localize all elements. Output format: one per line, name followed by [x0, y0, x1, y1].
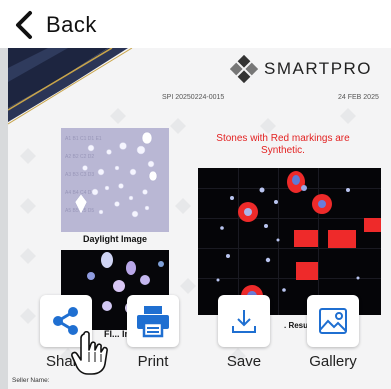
gallery-button[interactable]: Gallery: [298, 295, 368, 370]
back-button[interactable]: Back: [12, 8, 97, 42]
brand-name: SMARTPRO: [264, 59, 373, 78]
save-button[interactable]: Save: [209, 295, 279, 370]
share-icon: [53, 307, 78, 335]
save-label: Save: [226, 353, 262, 370]
image-icon: [319, 308, 347, 334]
printer-icon: [137, 306, 169, 338]
result-stones-photo: [198, 168, 381, 315]
report-reference: SPI 20250224-0015: [162, 94, 225, 101]
top-bar: Back: [0, 0, 391, 48]
svg-text:A2 B2 C2 D2: A2 B2 C2 D2: [65, 154, 94, 160]
brand-logo: SMARTPRO: [230, 55, 372, 83]
result-image: [198, 168, 381, 315]
chevron-left-icon: [16, 11, 32, 39]
download-icon: [232, 310, 256, 333]
svg-text:A3 B3 C3 D3: A3 B3 C3 D3: [65, 172, 94, 178]
svg-text:A1 B1 C1 D1 E1: A1 B1 C1 D1 E1: [65, 136, 102, 142]
synthetic-warning: Stones with Red markings are Synthetic.: [216, 133, 350, 156]
back-label: Back: [46, 12, 97, 37]
share-label: Share: [45, 353, 87, 370]
daylight-stones-photo: A1 B1 C1 D1 E1 A2 B2 C2 D2 A3 B3 C3 D3 A4 …: [61, 128, 169, 232]
daylight-image: A1 B1 C1 D1 E1 A2 B2 C2 D2 A3 B3 C3 D3 A4 …: [61, 128, 169, 232]
gallery-label: Gallery: [309, 353, 357, 370]
share-button[interactable]: Share: [31, 295, 101, 370]
share-sheet: Share Print Save Gallery: [0, 295, 391, 389]
svg-text:A4 B4 C4 D4: A4 B4 C4 D4: [65, 190, 94, 196]
diamond-logo-icon: [230, 55, 258, 83]
report-date: 24 FEB 2025: [338, 94, 379, 101]
print-label: Print: [137, 353, 169, 370]
print-button[interactable]: Print: [118, 295, 188, 370]
daylight-caption: Daylight Image: [82, 234, 147, 244]
